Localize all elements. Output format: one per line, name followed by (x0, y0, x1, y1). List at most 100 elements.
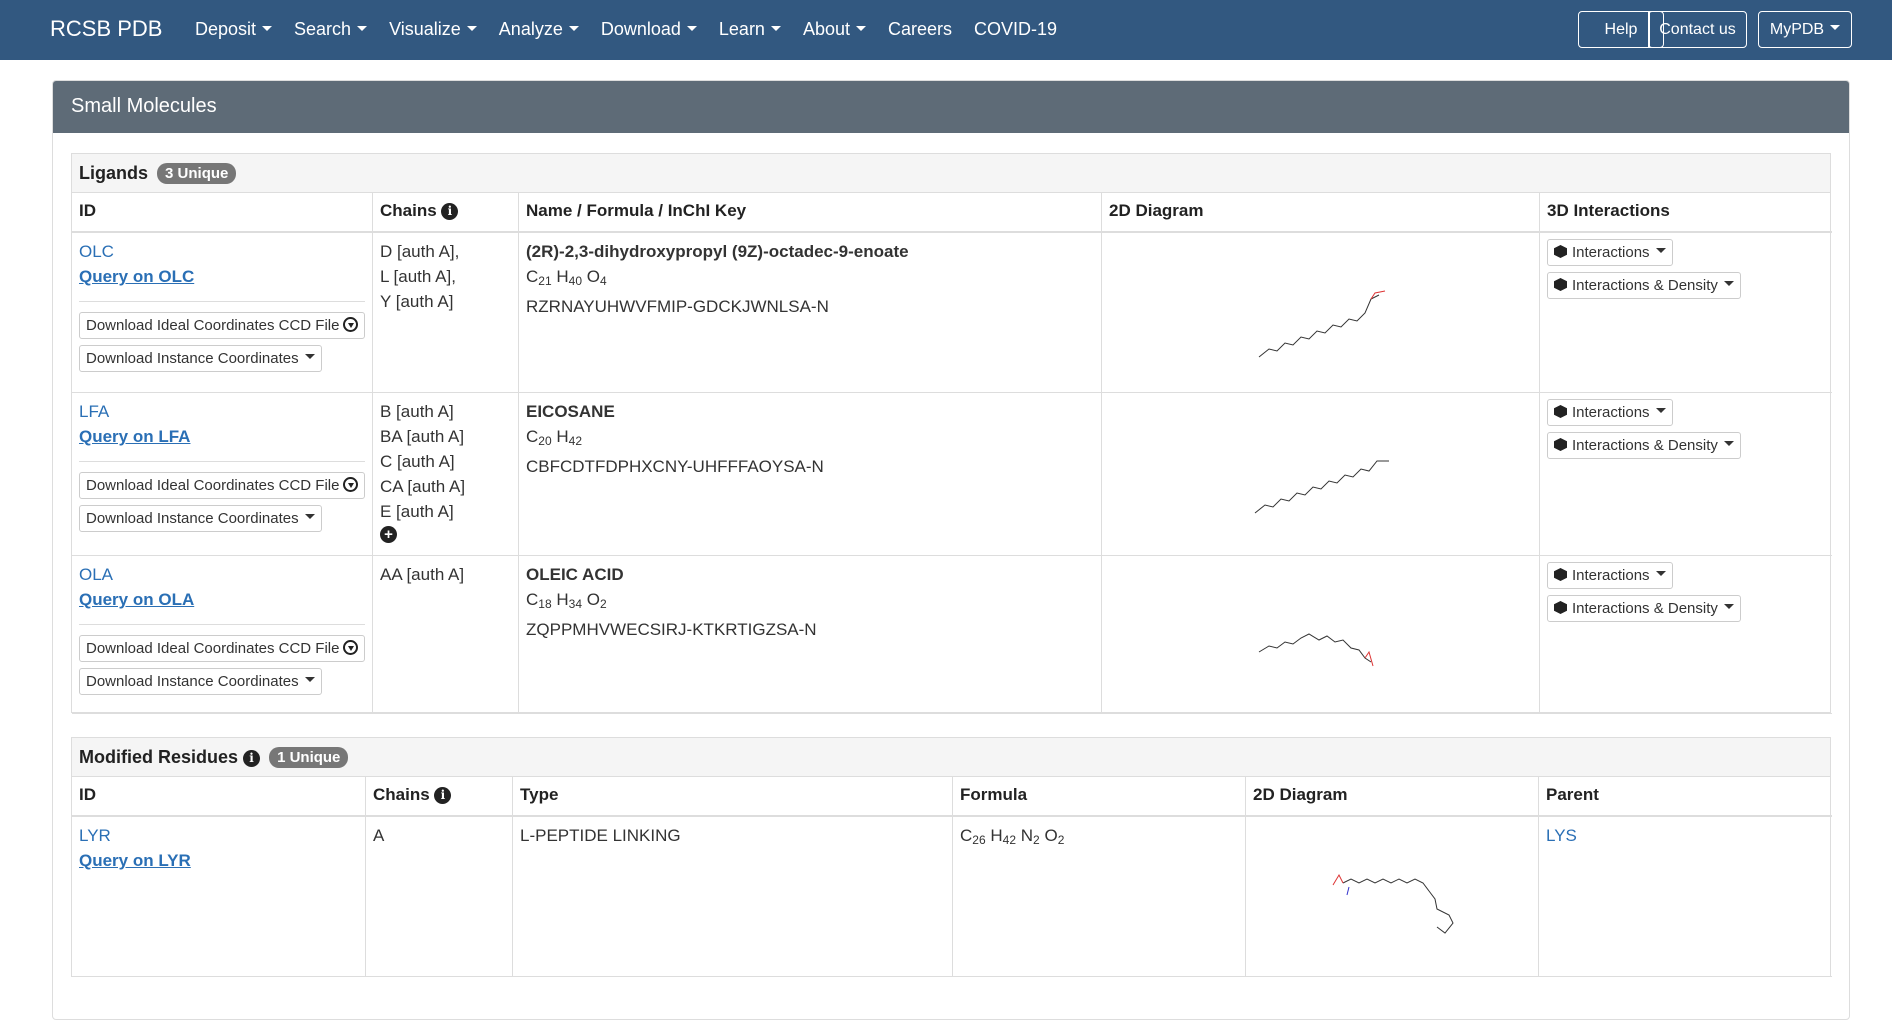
nav-learn[interactable]: Learn (719, 19, 781, 40)
ligands-heading: Ligands 3 Unique (71, 153, 1831, 193)
nav-menu: Deposit Search Visualize Analyze Downloa… (195, 19, 1079, 40)
chevron-down-icon (262, 26, 273, 31)
ligand-id-link[interactable]: LFA (79, 399, 365, 424)
parent-link[interactable]: LYS (1546, 823, 1825, 848)
ligand-id-link[interactable]: OLA (79, 562, 365, 587)
ligand-name: OLEIC ACID (526, 565, 624, 584)
interactions-cell: Interactions Interactions & Density (1540, 233, 1832, 393)
query-link[interactable]: Query on LFA (79, 424, 365, 449)
chevron-down-icon (1723, 281, 1734, 286)
nav-search[interactable]: Search (294, 19, 368, 40)
chevron-down-icon (1655, 571, 1666, 576)
brand-logo[interactable]: RCSB PDB (50, 16, 162, 42)
query-link[interactable]: Query on OLA (79, 587, 365, 612)
nav-download[interactable]: Download (601, 19, 697, 40)
chain: C [auth A] (380, 452, 455, 471)
info-circle-icon[interactable]: i (434, 787, 452, 804)
chevron-down-icon (1723, 604, 1734, 609)
modified-residues-table: ID Chains i Type Formula 2D Diagram Pare… (71, 777, 1832, 977)
cube-icon (1554, 438, 1567, 451)
chevron-down-icon (1723, 441, 1734, 446)
table-row: OLA Query on OLA Download Ideal Coordina… (72, 556, 373, 714)
diagram-cell (1102, 393, 1540, 556)
download-instance-button[interactable]: Download Instance Coordinates (79, 505, 322, 532)
download-instance-button[interactable]: Download Instance Coordinates (79, 668, 322, 695)
panel-title: Small Molecules (53, 81, 1849, 133)
download-ideal-button[interactable]: Download Ideal Coordinates CCD File (79, 472, 366, 499)
chain: B [auth A] (380, 402, 454, 421)
chain: E [auth A] (380, 502, 454, 521)
chains-cell: A (366, 817, 513, 977)
name-cell: EICOSANE C20 H42 CBFCDTFDPHXCNY-UHFFFAOY… (519, 393, 1102, 556)
plus-circle-icon[interactable]: + (380, 526, 397, 543)
download-ideal-button[interactable]: Download Ideal Coordinates CCD File (79, 635, 366, 662)
formula: C21 H40 O4 (526, 267, 607, 288)
cube-icon (1554, 601, 1567, 614)
ligands-title: Ligands (79, 163, 149, 183)
formula: C26 H42 N2 O2 (960, 826, 1065, 847)
nav-covid[interactable]: COVID-19 (974, 19, 1057, 40)
interactions-density-button[interactable]: Interactions & Density (1547, 272, 1741, 299)
ligand-name: EICOSANE (526, 402, 615, 421)
interactions-density-button[interactable]: Interactions & Density (1547, 595, 1741, 622)
name-cell: (2R)-2,3-dihydroxypropyl (9Z)-octadec-9-… (519, 233, 1102, 393)
chain: A (373, 826, 385, 845)
query-link[interactable]: Query on LYR (79, 848, 358, 873)
chevron-down-icon (856, 26, 866, 31)
chain: AA [auth A] (380, 565, 465, 584)
chevron-down-icon (1830, 25, 1841, 30)
query-link[interactable]: Query on OLC (79, 264, 365, 289)
cube-icon (1554, 568, 1567, 581)
chevron-down-icon (770, 26, 781, 31)
interactions-cell: Interactions Interactions & Density (1540, 393, 1832, 556)
chevron-down-icon (304, 354, 315, 359)
formula: C18 H34 O2 (526, 590, 607, 611)
diagram-cell (1246, 817, 1539, 977)
interactions-button[interactable]: Interactions (1547, 399, 1673, 426)
col-formula: Formula (953, 777, 1246, 817)
ligand-2d-diagram (1254, 460, 1389, 514)
chevron-down-icon (466, 26, 477, 31)
info-circle-icon[interactable]: i (441, 203, 459, 220)
residue-id-link[interactable]: LYR (79, 823, 358, 848)
download-instance-button[interactable]: Download Instance Coordinates (79, 345, 322, 372)
ligand-2d-diagram (1258, 633, 1374, 667)
col-type: Type (513, 777, 953, 817)
modified-residues-title: Modified Residues (79, 747, 239, 767)
diagram-cell (1102, 233, 1540, 393)
table-row: LYR Query on LYR (72, 817, 366, 977)
interactions-density-button[interactable]: Interactions & Density (1547, 432, 1741, 459)
col-id: ID (72, 777, 366, 817)
download-ideal-button[interactable]: Download Ideal Coordinates CCD File (79, 312, 366, 339)
contact-button[interactable]: Contact us (1648, 11, 1747, 48)
diagram-cell (1102, 556, 1540, 714)
chevron-down-icon (686, 26, 697, 31)
download-circle-icon (343, 317, 359, 332)
chains-cell: AA [auth A] (373, 556, 519, 714)
chain: Y [auth A] (380, 292, 454, 311)
ligand-name: (2R)-2,3-dihydroxypropyl (9Z)-octadec-9-… (526, 242, 909, 261)
inchi-key: RZRNAYUHWVFMIP-GDCKJWNLSA-N (526, 297, 829, 316)
chains-cell: D [auth A], L [auth A], Y [auth A] (373, 233, 519, 393)
top-navbar: RCSB PDB Deposit Search Visualize Analyz… (0, 0, 1892, 60)
interactions-button[interactable]: Interactions (1547, 239, 1673, 266)
interactions-cell: Interactions Interactions & Density (1540, 556, 1832, 714)
ligand-2d-diagram (1258, 290, 1386, 358)
nav-about[interactable]: About (803, 19, 866, 40)
nav-deposit[interactable]: Deposit (195, 19, 273, 40)
info-circle-icon[interactable]: i (243, 750, 261, 767)
col-3d: 3D Interactions (1540, 193, 1832, 233)
col-2d: 2D Diagram (1246, 777, 1539, 817)
ligand-id-link[interactable]: OLC (79, 239, 365, 264)
interactions-button[interactable]: Interactions (1547, 562, 1673, 589)
mypdb-button[interactable]: MyPDB (1758, 11, 1852, 48)
cube-icon (1554, 245, 1567, 258)
nav-visualize[interactable]: Visualize (389, 19, 477, 40)
nav-careers[interactable]: Careers (888, 19, 952, 40)
chevron-down-icon (304, 514, 315, 519)
cube-icon (1554, 405, 1567, 418)
chevron-down-icon (357, 26, 368, 31)
modified-residues-heading: Modified Residues i 1 Unique (71, 737, 1831, 777)
nav-analyze[interactable]: Analyze (499, 19, 579, 40)
table-row: LFA Query on LFA Download Ideal Coordina… (72, 393, 373, 556)
